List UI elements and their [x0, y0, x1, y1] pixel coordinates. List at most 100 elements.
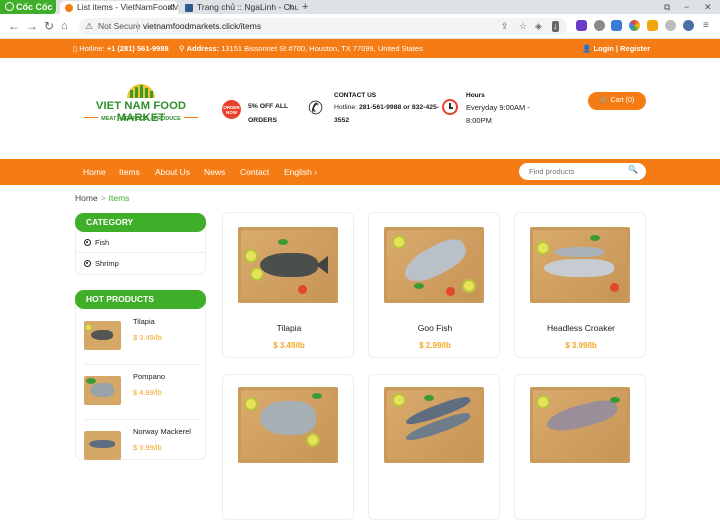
extension-icon[interactable]	[665, 20, 676, 31]
hot-product-image[interactable]	[84, 431, 121, 460]
tab-close-icon[interactable]: ✕	[167, 1, 174, 14]
cart-icon: 🛒	[599, 97, 609, 104]
extension-icon[interactable]	[611, 20, 622, 31]
product-image[interactable]	[384, 387, 484, 463]
security-status[interactable]: Not Secure	[98, 18, 141, 35]
herb-image	[278, 239, 288, 245]
product-name[interactable]: Goo Fish	[369, 323, 501, 333]
product-card[interactable]: Goo Fish $ 2.99/lb	[368, 212, 500, 358]
breadcrumb-separator: >	[100, 193, 106, 203]
extension-icon[interactable]	[647, 20, 658, 31]
hot-product-image[interactable]	[84, 376, 121, 405]
browser-brand-button[interactable]: Cốc Cốc	[0, 0, 56, 14]
product-card[interactable]: Headless Croaker $ 3.99/lb	[514, 212, 646, 358]
tab-search-icon[interactable]: ⧉	[664, 0, 670, 14]
product-image[interactable]	[384, 227, 484, 303]
fish-tail	[316, 256, 328, 274]
hot-product-name[interactable]: Pompano	[133, 372, 165, 381]
back-icon[interactable]: ←	[8, 19, 20, 33]
tomato-image	[446, 287, 455, 296]
reload-icon[interactable]: ↻	[44, 19, 54, 33]
close-window-icon[interactable]: ✕	[704, 0, 712, 14]
extension-icon[interactable]	[629, 20, 640, 31]
extension-icon[interactable]	[594, 20, 605, 31]
fish-image	[260, 253, 318, 277]
nav-home[interactable]: Home	[83, 159, 106, 185]
product-card[interactable]	[514, 374, 646, 520]
tab-title: List items - VietNamFoodMar	[77, 2, 178, 12]
product-image[interactable]	[530, 227, 630, 303]
tomato-image	[610, 283, 619, 292]
forward-icon[interactable]: →	[26, 19, 38, 33]
product-name[interactable]: Tilapia	[223, 323, 355, 333]
menu-icon[interactable]: ≡	[703, 19, 709, 33]
hotline[interactable]: ▯ Hotline: +1 (281) 561-9988	[73, 39, 169, 58]
address-info: ⚲ Address: 13151 Bissonnet St #700, Hous…	[179, 44, 423, 53]
nav-items[interactable]: Items	[119, 159, 140, 185]
shield-icon[interactable]: ◈	[535, 18, 542, 35]
minimize-icon[interactable]: −	[684, 0, 689, 14]
fish-image	[554, 247, 604, 257]
nav-news[interactable]: News	[204, 159, 225, 185]
nav-language[interactable]: English ›	[284, 159, 317, 185]
browser-tab[interactable]: Trang chủ :: NgaLinh - Chuy ✕	[180, 1, 298, 14]
search-icon[interactable]: 🔍	[628, 165, 638, 174]
category-bullet-icon	[84, 260, 91, 267]
product-image[interactable]	[238, 227, 338, 303]
cart-button[interactable]: 🛒 Cart (0)	[588, 92, 646, 110]
site-favicon-icon	[185, 4, 193, 12]
omnibox-separator	[137, 21, 138, 32]
hot-product-name[interactable]: Norway Mackerel	[133, 427, 191, 436]
logo-sun-icon	[127, 84, 155, 98]
breadcrumb-home[interactable]: Home	[75, 193, 98, 203]
hot-product-name[interactable]: Tilapia	[133, 317, 155, 326]
fish-image	[91, 330, 113, 340]
tomato-image	[298, 285, 307, 294]
bookmark-star-icon[interactable]: ☆	[519, 18, 527, 35]
product-name[interactable]: Headless Croaker	[515, 323, 647, 333]
download-icon[interactable]: ↓	[552, 21, 559, 32]
tab-close-icon[interactable]: ✕	[287, 1, 294, 14]
lemon-image	[392, 393, 406, 407]
promo-text: 5% OFF ALL ORDERS	[248, 103, 289, 124]
site-logo[interactable]: VIET NAM FOOD MARKET MEAT - SEAFOOD - PR…	[76, 84, 206, 128]
site-favicon-icon	[65, 4, 73, 12]
home-icon[interactable]: ⌂	[61, 19, 68, 33]
nav-about-us[interactable]: About Us	[155, 159, 190, 185]
category-heading: CATEGORY	[75, 213, 206, 232]
browser-tab-active[interactable]: List items - VietNamFoodMar ✕	[60, 1, 178, 14]
address-bar[interactable]: ⚠ Not Secure vietnamfoodmarkets.click/it…	[79, 18, 567, 35]
fish-image	[89, 440, 115, 448]
lemon-image	[85, 324, 92, 331]
hot-product-price: $ 4.99/lb	[133, 388, 162, 397]
category-item-fish[interactable]: Fish	[84, 238, 109, 247]
login-register-link[interactable]: 👤 Login | Register	[582, 39, 650, 58]
profile-avatar[interactable]	[683, 20, 694, 31]
product-image[interactable]	[530, 387, 630, 463]
fish-image	[90, 383, 114, 397]
search-input[interactable]	[529, 165, 625, 178]
nav-contact[interactable]: Contact	[240, 159, 269, 185]
extension-icon[interactable]	[576, 20, 587, 31]
warning-icon: ⚠	[85, 21, 94, 31]
phone-icon: ✆	[308, 98, 324, 118]
product-image[interactable]	[238, 387, 338, 463]
product-card[interactable]	[222, 374, 354, 520]
browser-tab-bar: Cốc Cốc List items - VietNamFoodMar ✕ Tr…	[0, 0, 720, 14]
opening-hours: Hours Everyday 9:00AM - 8:00PM	[466, 92, 556, 127]
hours-value: Everyday 9:00AM - 8:00PM	[466, 103, 530, 125]
herb-image	[312, 393, 322, 399]
new-tab-button[interactable]: +	[302, 0, 308, 14]
herb-image	[414, 283, 424, 289]
category-item-shrimp[interactable]: Shrimp	[84, 259, 119, 268]
category-bullet-icon	[84, 239, 91, 246]
hot-product-image[interactable]	[84, 321, 121, 350]
product-card[interactable]	[368, 374, 500, 520]
product-card[interactable]: Tilapia $ 3.49/lb	[222, 212, 354, 358]
url-text[interactable]: vietnamfoodmarkets.click/items	[143, 18, 261, 35]
hot-product-divider	[84, 419, 199, 420]
share-icon[interactable]: ⇪	[501, 18, 509, 35]
product-price: $ 3.99/lb	[565, 341, 597, 350]
product-price: $ 3.49/lb	[273, 341, 305, 350]
hot-product-price: $ 3.99/lb	[133, 443, 162, 452]
